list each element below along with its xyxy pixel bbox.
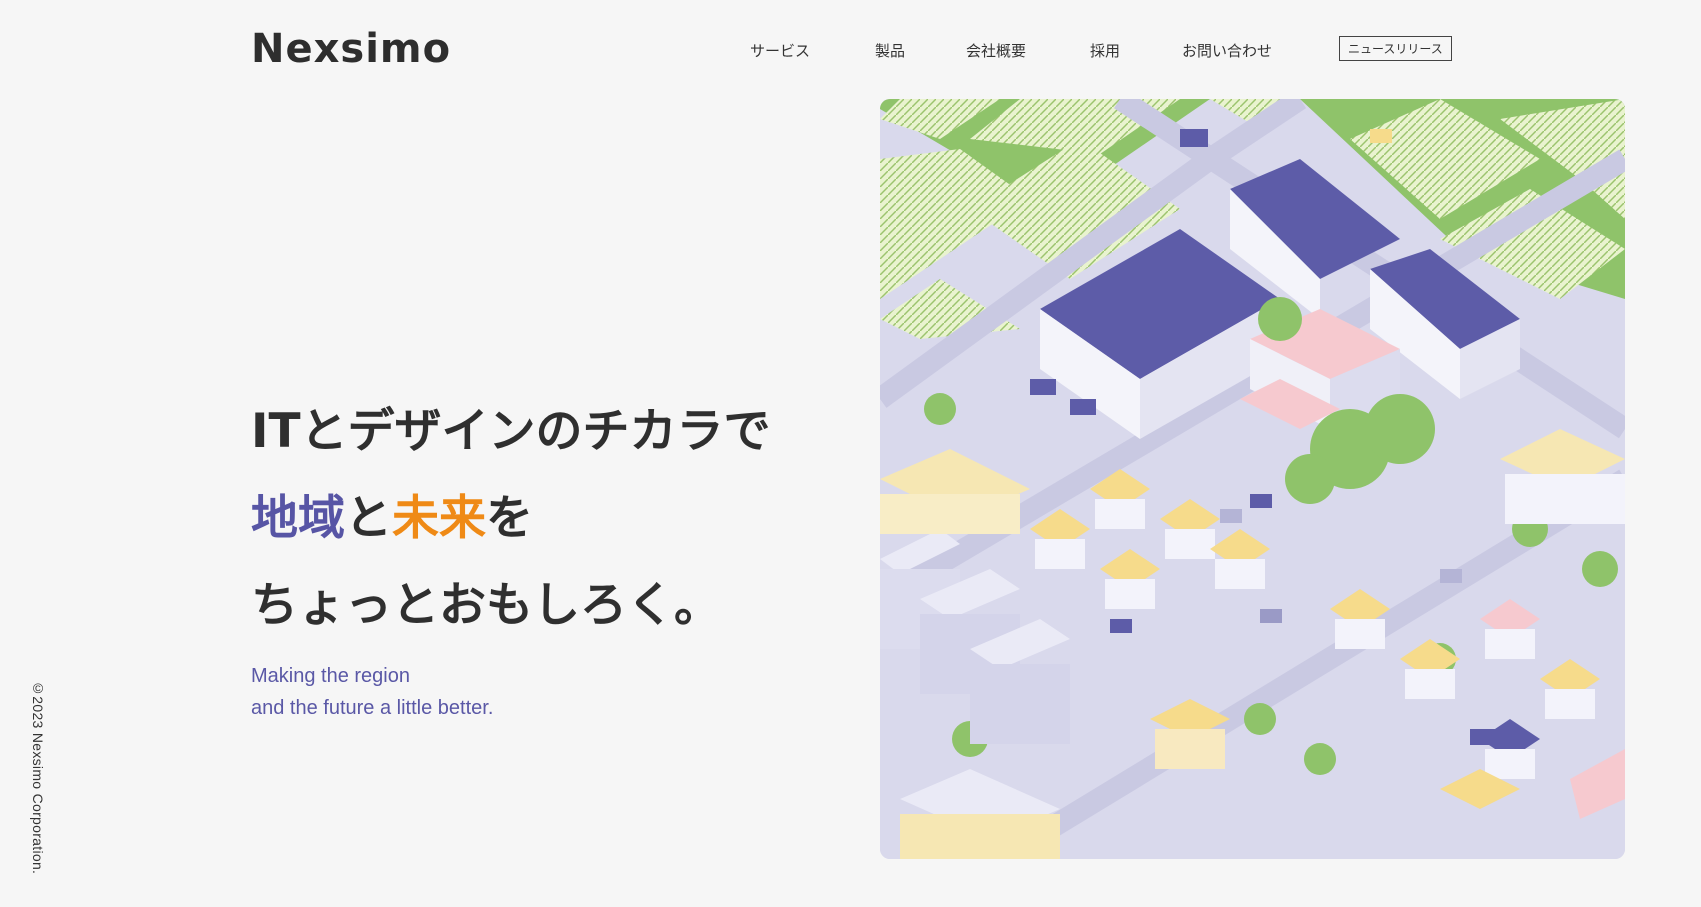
nav-item-recruit[interactable]: 採用 <box>1090 40 1120 61</box>
logo[interactable]: Nexsimo <box>251 26 451 72</box>
hero-illustration <box>880 99 1625 859</box>
solar-panels <box>1470 729 1500 745</box>
nav-item-contact[interactable]: お問い合わせ <box>1182 40 1272 61</box>
headline-and: と <box>345 491 392 546</box>
headline-future: 未来 <box>392 491 486 546</box>
headline-region: 地域 <box>251 491 345 546</box>
nav-item-services[interactable]: サービス <box>750 40 810 61</box>
headline-line-2: 地域と未来を <box>251 475 771 562</box>
isometric-city-illustration <box>880 99 1625 859</box>
main-nav: サービス 製品 会社概要 採用 お問い合わせ ニュースリリース <box>750 36 1452 66</box>
news-release-button[interactable]: ニュースリリース <box>1339 36 1452 61</box>
hero-headline: ITとデザインのチカラで 地域と未来を ちょっとおもしろく。 <box>251 388 771 649</box>
headline-line-1: ITとデザインのチカラで <box>251 404 771 459</box>
nav-item-products[interactable]: 製品 <box>875 40 905 61</box>
headline-particle: を <box>486 491 533 546</box>
nav-item-company[interactable]: 会社概要 <box>966 40 1026 61</box>
hero-subtitle: Making the region and the future a littl… <box>251 660 493 724</box>
headline-line-3: ちょっとおもしろく。 <box>251 578 721 633</box>
copyright: ©2023 Nexsimo Corporation. <box>30 680 46 875</box>
subtitle-line-1: Making the region <box>251 665 410 687</box>
subtitle-line-2: and the future a little better. <box>251 697 494 719</box>
